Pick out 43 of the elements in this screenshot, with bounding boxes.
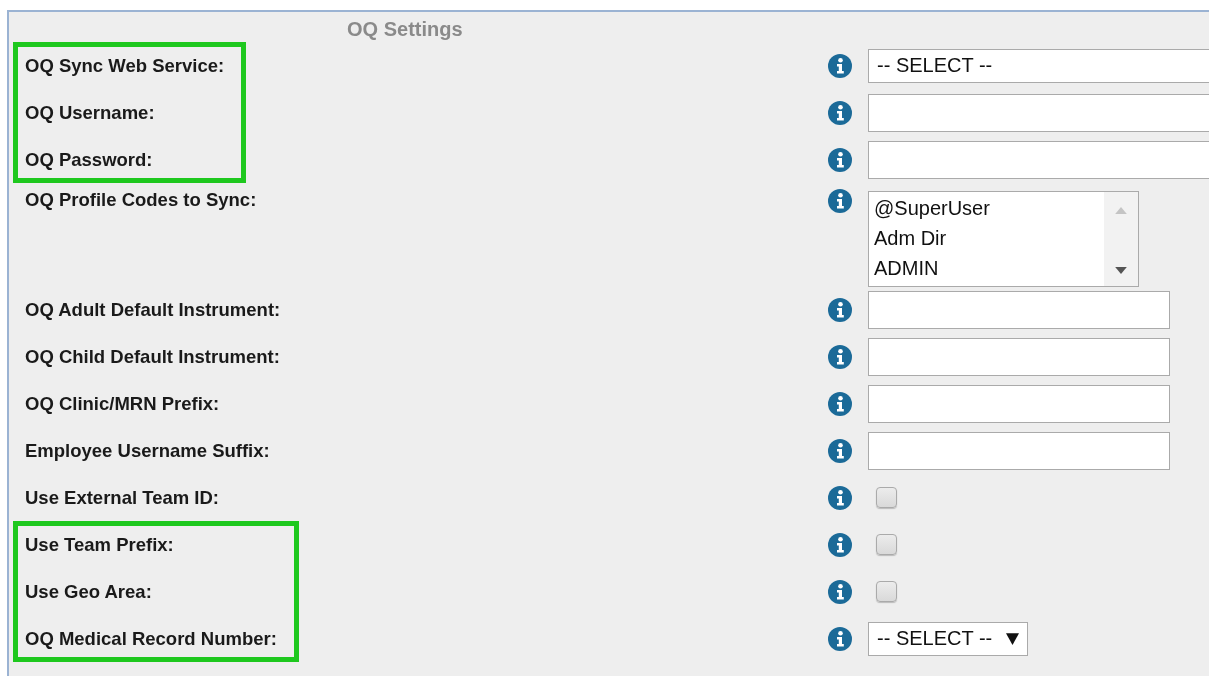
info-icon[interactable] [828,189,852,213]
info-icon[interactable] [828,626,852,651]
field-label: OQ Password: [25,148,153,171]
list-box[interactable]: @SuperUser Adm Dir ADMIN [868,191,1139,287]
field-label: OQ Child Default Instrument: [25,345,280,368]
field-label: Use Geo Area: [25,580,152,603]
field-label: Use External Team ID: [25,486,219,509]
info-icon[interactable] [828,53,852,78]
list-option[interactable]: ADMIN [874,253,1099,283]
field-label: OQ Adult Default Instrument: [25,298,281,321]
field-label: OQ Profile Codes to Sync: [25,189,257,211]
checkbox[interactable] [876,581,897,602]
list-option[interactable]: Adm Dir [874,223,1099,253]
info-icon[interactable] [828,485,852,510]
field-label: Employee Username Suffix: [25,439,270,462]
input-field[interactable] [868,140,1209,179]
checkbox[interactable] [876,534,897,555]
list-option[interactable]: @SuperUser [874,193,1099,223]
info-icon[interactable] [828,297,852,322]
field-label: Use Team Prefix: [25,533,174,556]
field-label: OQ Clinic/MRN Prefix: [25,392,220,415]
down-arrow-icon[interactable] [1115,267,1127,274]
field-label: OQ Sync Web Service: [25,54,225,77]
info-icon[interactable] [828,147,852,172]
checkbox[interactable] [876,487,897,508]
select-dropdown[interactable]: -- SELECT -- [868,48,1209,83]
info-icon[interactable] [828,532,852,557]
field-label: OQ Username: [25,101,155,124]
info-icon[interactable] [828,391,852,416]
input-field[interactable] [868,93,1209,132]
caret-icon [1006,632,1020,645]
input-field[interactable] [868,384,1170,423]
panel-title: OQ Settings [347,17,463,42]
select-dropdown[interactable]: -- SELECT -- [868,621,1029,656]
input-field[interactable] [868,337,1170,376]
info-icon[interactable] [828,344,852,369]
info-icon[interactable] [828,579,852,604]
scroll-bar[interactable] [1104,192,1138,286]
input-field[interactable] [868,290,1170,329]
field-label: OQ Medical Record Number: [25,627,277,650]
info-icon[interactable] [828,100,852,125]
info-icon[interactable] [828,438,852,463]
input-field[interactable] [868,431,1170,470]
